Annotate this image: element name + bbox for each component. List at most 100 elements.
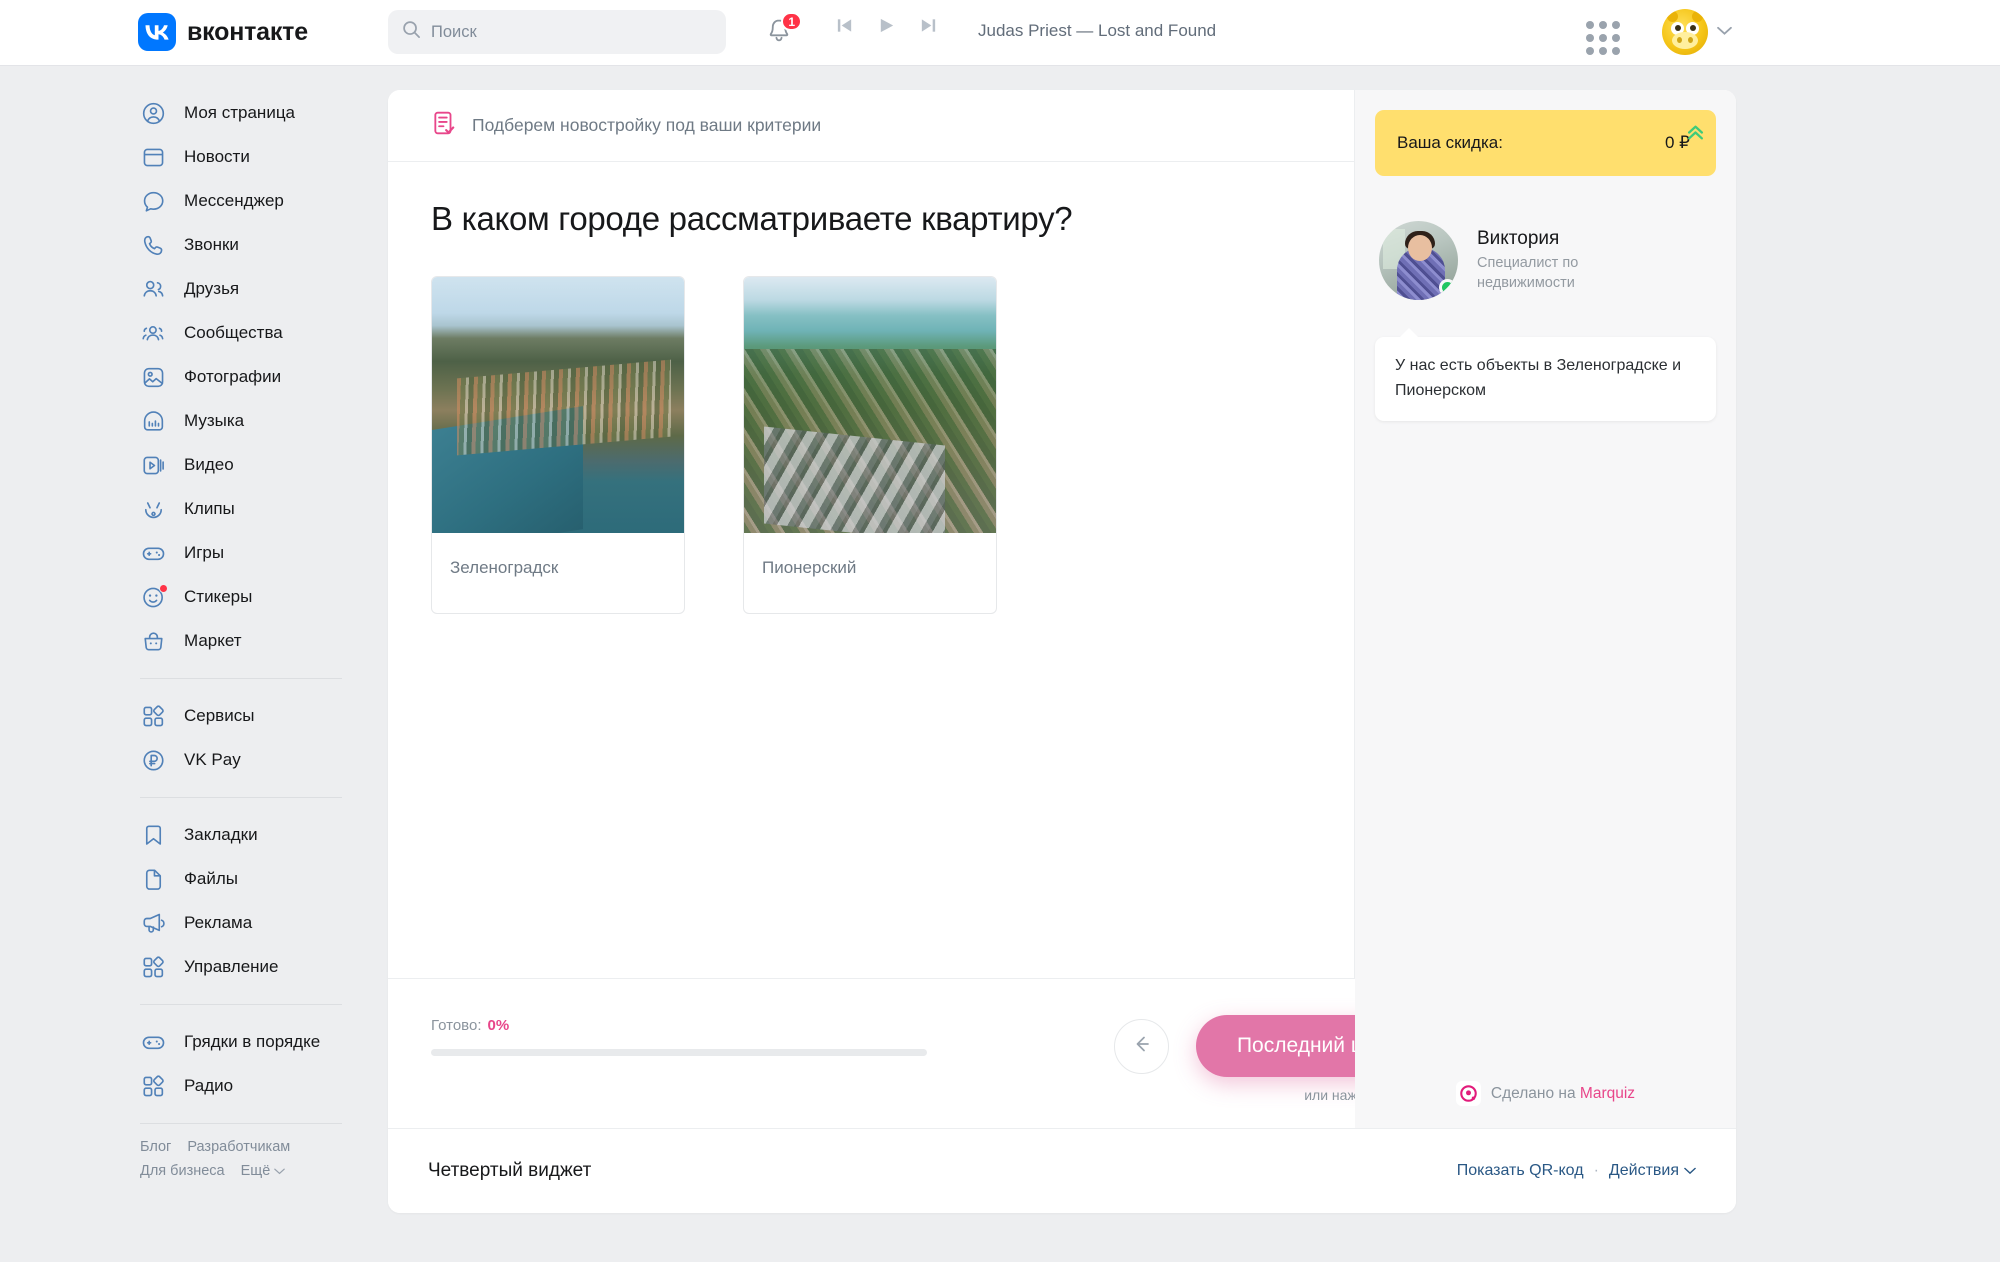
sidebar-item-label: Реклама xyxy=(184,913,253,932)
arrow-left-icon xyxy=(1131,1033,1153,1060)
progress-label: Готово: 0% xyxy=(431,1017,931,1034)
sidebar-item-label: VK Pay xyxy=(184,750,241,769)
current-track-title[interactable]: Judas Priest — Lost and Found xyxy=(978,21,1216,41)
progress-label-text: Готово: xyxy=(431,1017,482,1034)
gamepad-icon xyxy=(140,1029,166,1055)
sidebar-item-видео[interactable]: Видео xyxy=(0,443,388,487)
discount-banner: Ваша скидка: 0 ₽ xyxy=(1375,110,1716,176)
widget-title: Четвертый виджет xyxy=(428,1160,592,1181)
market-bag-icon xyxy=(140,628,166,654)
sidebar-item-label: Маркет xyxy=(184,631,242,650)
sidebar-item-игры[interactable]: Игры xyxy=(0,531,388,575)
footer-links-row-2: Для бизнеса Ещё xyxy=(140,1163,350,1179)
quiz-option-card[interactable]: Зеленоградск xyxy=(431,276,685,614)
quiz-header-text: Подберем новостройку под ваши критерии xyxy=(472,115,822,135)
services-icon xyxy=(140,1073,166,1099)
progress-value: 0% xyxy=(487,1017,510,1034)
chevron-down-icon xyxy=(1717,23,1732,41)
sidebar-item-реклама[interactable]: Реклама xyxy=(0,901,388,945)
sidebar-item-сообщества[interactable]: Сообщества xyxy=(0,311,388,355)
quiz-bottom-bar: Готово:0% Последний шаг или нажмите Ente… xyxy=(388,978,1428,1128)
sidebar-item-клипы[interactable]: Клипы xyxy=(0,487,388,531)
sidebar-item-грядки-в-порядке[interactable]: Грядки в порядке xyxy=(0,1020,388,1064)
ruble-icon xyxy=(140,747,166,773)
sidebar-item-label: Моя страница xyxy=(184,103,296,122)
sidebar-item-vk-pay[interactable]: VK Pay xyxy=(0,738,388,782)
search-input[interactable]: Поиск xyxy=(388,10,726,54)
footer-more-label: Ещё xyxy=(240,1163,271,1179)
manage-icon xyxy=(140,954,166,980)
actions-menu-button[interactable]: Действия xyxy=(1609,1162,1696,1180)
user-menu-button[interactable] xyxy=(1662,9,1732,55)
sidebar-item-label: Стикеры xyxy=(184,587,253,606)
actions-label: Действия xyxy=(1608,1162,1679,1179)
sidebar-item-управление[interactable]: Управление xyxy=(0,945,388,989)
search-icon xyxy=(402,20,421,44)
sidebar-item-стикеры[interactable]: Стикеры xyxy=(0,575,388,619)
sidebar-item-label: Игры xyxy=(184,543,225,562)
sidebar-item-label: Закладки xyxy=(184,825,258,844)
sidebar-item-мессенджер[interactable]: Мессенджер xyxy=(0,179,388,223)
sidebar-item-label: Фотографии xyxy=(184,367,282,386)
play-icon[interactable] xyxy=(875,14,897,36)
notification-dot xyxy=(159,584,168,593)
marquiz-prefix: Сделано на xyxy=(1490,1084,1576,1102)
show-qr-code-link[interactable]: Показать QR-код xyxy=(1457,1162,1584,1180)
sidebar-item-радио[interactable]: Радио xyxy=(0,1064,388,1108)
quiz-right-panel: Ваша скидка: 0 ₽ Виктория Специалист по … xyxy=(1355,90,1736,1128)
sidebar-item-закладки[interactable]: Закладки xyxy=(0,813,388,857)
divider xyxy=(140,1123,342,1124)
sidebar-item-label: Друзья xyxy=(184,279,240,298)
sidebar-item-label: Звонки xyxy=(184,235,239,254)
back-button[interactable] xyxy=(1114,1019,1169,1074)
sidebar-item-label: Музыка xyxy=(184,411,245,430)
sidebar-item-звонки[interactable]: Звонки xyxy=(0,223,388,267)
sidebar-item-маркет[interactable]: Маркет xyxy=(0,619,388,663)
sidebar-item-label: Видео xyxy=(184,455,234,474)
consultant-photo xyxy=(1379,221,1458,300)
news-icon xyxy=(140,144,166,170)
search-placeholder: Поиск xyxy=(431,22,477,41)
sidebar-item-друзья[interactable]: Друзья xyxy=(0,267,388,311)
skip-next-icon[interactable] xyxy=(917,14,939,36)
chevron-down-icon xyxy=(1684,1162,1696,1180)
sidebar-item-фотографии[interactable]: Фотографии xyxy=(0,355,388,399)
apps-grid-icon[interactable] xyxy=(1586,21,1620,55)
form-check-icon xyxy=(431,110,457,141)
footer-links-row-1: Блог Разработчикам xyxy=(140,1139,350,1155)
marquiz-text: Сделано на Marquiz xyxy=(1491,1085,1635,1103)
consultant-info: Виктория Специалист по недвижимости xyxy=(1477,228,1637,293)
consultant-name: Виктория xyxy=(1477,227,1560,249)
sidebar-item-моя-страница[interactable]: Моя страница xyxy=(0,91,388,135)
footer-link-more[interactable]: Ещё xyxy=(241,1163,286,1179)
quiz-option-label: Пионерский xyxy=(762,558,857,577)
quiz-option-card[interactable]: Пионерский xyxy=(743,276,997,614)
skip-previous-icon[interactable] xyxy=(833,14,855,36)
progress-block: Готово: 0% xyxy=(431,1017,931,1056)
sidebar-item-label: Радио xyxy=(184,1076,234,1095)
footer-link-business[interactable]: Для бизнеса xyxy=(140,1163,225,1179)
top-header: вконтакте Поиск 1 Judas Priest — Lost an… xyxy=(0,0,2000,66)
chevron-down-icon xyxy=(274,1163,286,1179)
sidebar-item-новости[interactable]: Новости xyxy=(0,135,388,179)
message-icon xyxy=(140,188,166,214)
discount-label: Ваша скидка: xyxy=(1397,133,1503,152)
footer-link-developers[interactable]: Разработчикам xyxy=(187,1139,290,1155)
sidebar-item-сервисы[interactable]: Сервисы xyxy=(0,694,388,738)
footer-link-blog[interactable]: Блог xyxy=(140,1139,171,1155)
smile-icon xyxy=(140,584,168,610)
consultant-message-bubble: У нас есть объекты в Зеленоградске и Пио… xyxy=(1375,328,1716,421)
phone-icon xyxy=(140,232,166,258)
sidebar-item-label: Файлы xyxy=(184,869,239,888)
sidebar-item-label: Клипы xyxy=(184,499,235,518)
notifications-button[interactable]: 1 xyxy=(764,12,802,50)
vk-logo-link[interactable]: вконтакте xyxy=(138,13,308,51)
marquiz-branding[interactable]: Сделано на Marquiz xyxy=(1355,1081,1736,1106)
divider xyxy=(140,1004,342,1005)
sidebar-item-файлы[interactable]: Файлы xyxy=(0,857,388,901)
progress-bar xyxy=(431,1049,927,1056)
sidebar-item-музыка[interactable]: Музыка xyxy=(0,399,388,443)
discount-value: 0 ₽ xyxy=(1665,125,1703,153)
file-icon xyxy=(140,866,166,892)
services-icon xyxy=(140,703,166,729)
